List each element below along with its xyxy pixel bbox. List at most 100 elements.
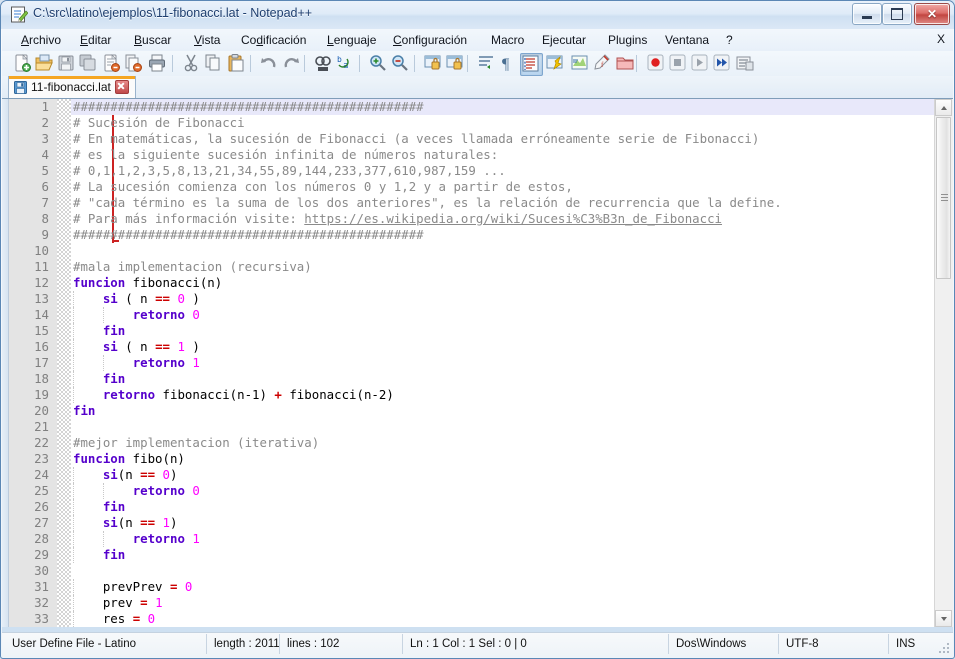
save-file-icon[interactable]	[56, 53, 77, 74]
zoom-out-icon[interactable]	[390, 53, 411, 74]
line-number: 24	[34, 467, 49, 482]
menu-item-editar[interactable]: Editar	[75, 32, 116, 48]
open-file-icon[interactable]	[34, 53, 55, 74]
code-line[interactable]	[71, 243, 934, 259]
code-line[interactable]: # La sucesión comienza con los números 0…	[71, 179, 934, 195]
show-all-characters-icon[interactable]: ¶	[498, 53, 519, 74]
code-line[interactable]: retorno 0	[71, 307, 934, 323]
menu-item-codificaci-n[interactable]: Codificación	[236, 32, 311, 48]
code-line[interactable]: si(n == 1)	[71, 515, 934, 531]
undo-icon[interactable]	[259, 53, 280, 74]
code-token-num: 0	[177, 291, 185, 306]
scroll-up-arrow[interactable]	[935, 99, 952, 116]
code-line[interactable]: # Sucesión de Fibonacci	[71, 115, 934, 131]
menu-item-buscar[interactable]: Buscar	[129, 32, 176, 48]
new-file-icon[interactable]	[12, 53, 33, 74]
code-line[interactable]: funcion fibo(n)	[71, 451, 934, 467]
sync-horizontal-scroll-icon[interactable]	[445, 53, 466, 74]
code-token-link[interactable]: https://es.wikipedia.org/wiki/Sucesi%C3%…	[304, 211, 722, 226]
scrollbar-thumb[interactable]	[936, 117, 951, 279]
menu-item-ejecutar[interactable]: Ejecutar	[537, 32, 591, 48]
menu-close-document-button[interactable]: X	[937, 32, 945, 46]
code-token-kw: retorno	[132, 483, 185, 498]
indent-guide	[73, 291, 75, 307]
stop-macro-icon[interactable]	[668, 53, 689, 74]
zoom-in-icon[interactable]	[368, 53, 389, 74]
sync-vertical-scroll-icon[interactable]	[423, 53, 444, 74]
line-number: 21	[34, 419, 49, 434]
indent-guide-icon[interactable]	[520, 53, 543, 76]
scroll-down-arrow[interactable]	[935, 610, 952, 627]
line-number: 20	[34, 403, 49, 418]
code-line[interactable]: prevPrev = 0	[71, 579, 934, 595]
folder-as-workspace-icon[interactable]	[615, 53, 636, 74]
menu-item-archivo[interactable]: Archivo	[16, 32, 66, 48]
code-line[interactable]: retorno fibonacci(n-1) + fibonacci(n-2)	[71, 387, 934, 403]
code-line[interactable]: res = 0	[71, 611, 934, 627]
code-content[interactable]: ########################################…	[71, 99, 934, 627]
code-line[interactable]: #mala implementacion (recursiva)	[71, 259, 934, 275]
menu-item-[interactable]: ?	[721, 32, 738, 48]
resize-grip[interactable]	[939, 643, 951, 655]
tab-11-fibonacci-lat[interactable]: 11-fibonacci.lat	[8, 76, 136, 98]
code-line[interactable]: ########################################…	[71, 227, 934, 243]
minimize-button[interactable]	[852, 3, 882, 25]
code-line[interactable]: fin	[71, 403, 934, 419]
code-token-txt: )	[170, 467, 178, 482]
user-defined-dialog-icon[interactable]	[545, 53, 566, 74]
fold-margin[interactable]	[57, 99, 119, 627]
code-line[interactable]: fin	[71, 323, 934, 339]
menu-item-vista[interactable]: Vista	[189, 32, 225, 48]
code-line[interactable]	[71, 419, 934, 435]
code-line[interactable]: funcion fibonacci(n)	[71, 275, 934, 291]
code-line[interactable]: si ( n == 1 )	[71, 339, 934, 355]
code-line[interactable]: # Para más información visite: https://e…	[71, 211, 934, 227]
text-editor[interactable]: 1 2 3 4 5 6 7 8 9 10 11 12 13 14 15 16 17 18 19 20 21 22 23 24 2…	[9, 99, 934, 627]
function-list-icon[interactable]: f	[592, 53, 613, 74]
menu-item-macro[interactable]: Macro	[486, 32, 529, 48]
maximize-button[interactable]	[882, 3, 912, 25]
replace-icon[interactable]: ba	[335, 53, 356, 74]
menu-item-plugins[interactable]: Plugins	[603, 32, 652, 48]
close-button[interactable]: ✕	[914, 3, 950, 25]
code-line[interactable]: retorno 1	[71, 355, 934, 371]
play-macro-icon[interactable]	[690, 53, 711, 74]
cut-icon[interactable]	[181, 53, 202, 74]
record-macro-icon[interactable]	[646, 53, 667, 74]
redo-icon[interactable]	[281, 53, 302, 74]
paste-icon[interactable]	[226, 53, 247, 74]
save-macro-icon[interactable]	[735, 53, 756, 74]
run-macro-multiple-icon[interactable]	[712, 53, 733, 74]
code-line[interactable]: retorno 0	[71, 483, 934, 499]
tab-close-icon[interactable]	[114, 80, 129, 94]
menu-item-lenguaje[interactable]: Lenguaje	[322, 32, 381, 48]
code-line[interactable]: # "cada término es la suma de los dos an…	[71, 195, 934, 211]
close-all-files-icon[interactable]	[123, 53, 144, 74]
code-line[interactable]: si(n == 0)	[71, 467, 934, 483]
code-line[interactable]: fin	[71, 371, 934, 387]
menu-item-ventana[interactable]: Ventana	[660, 32, 714, 48]
code-line[interactable]: fin	[71, 499, 934, 515]
save-all-icon[interactable]	[78, 53, 99, 74]
vertical-scrollbar[interactable]	[934, 99, 953, 627]
close-file-icon[interactable]	[101, 53, 122, 74]
code-line[interactable]: si ( n == 0 )	[71, 291, 934, 307]
code-line[interactable]	[71, 563, 934, 579]
code-line[interactable]: # 0,1,1,2,3,5,8,13,21,34,55,89,144,233,3…	[71, 163, 934, 179]
print-icon[interactable]	[147, 53, 168, 74]
word-wrap-icon[interactable]	[476, 53, 497, 74]
menu-item-configuraci-n[interactable]: Configuración	[388, 32, 472, 48]
code-line[interactable]: #mejor implementacion (iterativa)	[71, 435, 934, 451]
code-line[interactable]: prev = 1	[71, 595, 934, 611]
document-map-icon[interactable]	[570, 53, 591, 74]
copy-icon[interactable]	[203, 53, 224, 74]
code-line[interactable]: retorno 1	[71, 531, 934, 547]
code-line[interactable]: # es la siguiente sucesión infinita de n…	[71, 147, 934, 163]
find-icon[interactable]	[313, 53, 334, 74]
indent-guide	[102, 531, 105, 547]
code-line[interactable]: ########################################…	[71, 99, 934, 115]
code-line[interactable]: # En matemáticas, la sucesión de Fibonac…	[71, 131, 934, 147]
code-line[interactable]: fin	[71, 547, 934, 563]
